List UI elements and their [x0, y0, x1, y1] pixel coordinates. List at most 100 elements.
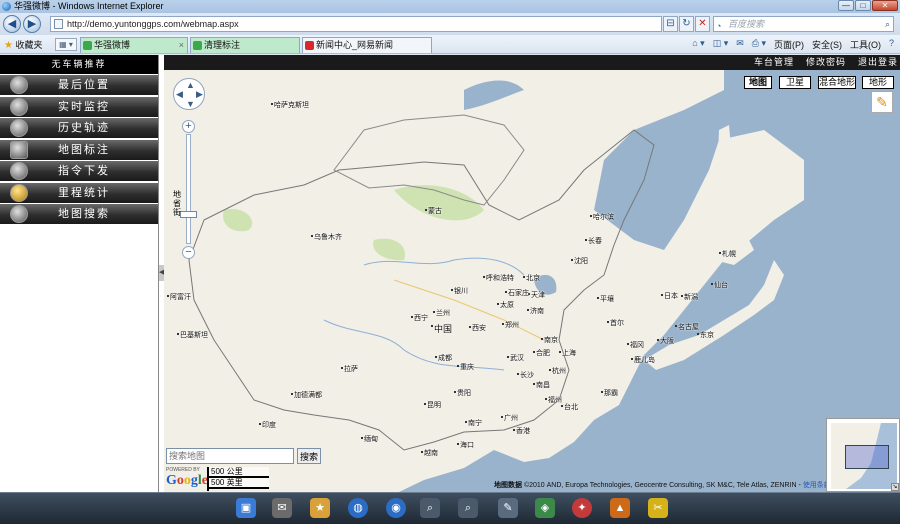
zoom-out-button[interactable]: − [182, 246, 195, 259]
map-label: 郑州 [502, 322, 519, 329]
tab-label: 华强微博 [94, 40, 131, 50]
minimize-button[interactable]: — [838, 0, 854, 11]
change-password-link[interactable]: 修改密码 [806, 55, 846, 70]
maximize-button[interactable]: □ [855, 0, 871, 11]
favorites-label: 收藏夹 [15, 40, 43, 50]
map-label: 福冈 [627, 342, 644, 349]
taskbar-magnifier-icon[interactable]: ⌕ [420, 498, 440, 518]
zoom-slider-track[interactable] [186, 134, 191, 244]
back-button[interactable]: ◀ [3, 15, 21, 33]
sidebar: 无车辆推荐 最后位置 实时监控 历史轨迹 地图标注 指令下发 里程统计 地图搜索 [0, 55, 159, 492]
map-search-button[interactable]: 搜索 [297, 448, 321, 464]
sidebar-item-live-monitor[interactable]: 实时监控 [0, 96, 158, 117]
taskbar-pen-icon[interactable]: ✎ [498, 498, 518, 518]
taskbar-globe-icon[interactable]: ◍ [348, 498, 368, 518]
print-icon[interactable]: ⎙ ▾ [752, 38, 766, 51]
map-label: 太原 [497, 302, 514, 309]
safety-menu[interactable]: 安全(S) [812, 38, 842, 51]
map-label: 缅甸 [361, 436, 378, 443]
map-label: 长春 [585, 238, 602, 245]
taskbar-triangle-icon[interactable]: ▲ [610, 498, 630, 518]
stop-button[interactable]: ✕ [695, 16, 710, 32]
sidebar-item-map-marker[interactable]: 地图标注 [0, 139, 158, 160]
quick-tabs-button[interactable]: ▦ ▾ [55, 38, 77, 51]
search-map-icon [10, 205, 28, 223]
pan-up-icon[interactable]: ▲ [186, 80, 195, 90]
map-search-input[interactable] [166, 448, 294, 464]
taskbar-network-icon[interactable]: ◈ [535, 498, 555, 518]
map-label: 海口 [457, 442, 474, 449]
close-button[interactable]: ✕ [872, 0, 898, 11]
map-label: 西宁 [411, 315, 428, 322]
command-icon [10, 162, 28, 180]
vehicle-mgmt-link[interactable]: 车台管理 [754, 55, 794, 70]
map-label: 呼和浩特 [483, 275, 514, 282]
pan-down-icon[interactable]: ▼ [186, 99, 195, 109]
home-icon[interactable]: ⌂ ▾ [692, 38, 704, 51]
map-type-hybrid[interactable]: 混合地形 [818, 76, 856, 89]
refresh-button[interactable]: ↻ [679, 16, 694, 32]
overview-map[interactable]: ↘ [826, 418, 900, 492]
taskbar-ball-icon[interactable]: ✦ [572, 498, 592, 518]
taskbar-star-icon[interactable]: ★ [310, 498, 330, 518]
help-icon[interactable]: ? [889, 38, 894, 51]
search-input[interactable]: ◔ 百度搜索 ⌕ [713, 16, 894, 32]
map-type-satellite[interactable]: 卫星 [779, 76, 811, 89]
favorites-button[interactable]: ★ 收藏夹 [4, 38, 43, 51]
mail-icon[interactable]: ✉ [736, 38, 744, 51]
tools-menu[interactable]: 工具(O) [850, 38, 881, 51]
overview-viewport[interactable] [845, 445, 889, 469]
sidebar-item-label: 指令下发 [58, 165, 110, 177]
tab-news[interactable]: 新闻中心_网易新闻 [302, 37, 432, 53]
taskbar-broom-icon[interactable]: ✂ [648, 498, 668, 518]
pan-control[interactable]: ▲ ▼ ◀ ▶ [173, 78, 205, 110]
url-field[interactable]: http://demo.yuntonggps.com/webmap.aspx [50, 16, 662, 32]
tab-close-icon[interactable]: × [179, 38, 184, 53]
taskbar-magnifier2-icon[interactable]: ⌕ [458, 498, 478, 518]
history-icon [10, 119, 28, 137]
tab-clear-marks[interactable]: 清理标注 [190, 37, 300, 53]
taskbar-app-icon[interactable]: ▣ [236, 498, 256, 518]
map-label: 首尔 [607, 320, 624, 327]
map-type-terrain[interactable]: 地形 [862, 76, 894, 89]
map-label: 仙台 [711, 282, 728, 289]
map-label: 新潟 [681, 294, 698, 301]
taskbar-mail-icon[interactable]: ✉ [272, 498, 292, 518]
page-menu[interactable]: 页面(P) [774, 38, 804, 51]
map-label: 南京 [541, 337, 558, 344]
command-bar: ⌂ ▾ ◫ ▾ ✉ ⎙ ▾ 页面(P) 安全(S) 工具(O) ? [692, 38, 894, 51]
tab-huaqiang[interactable]: 华强微博 × [80, 37, 188, 53]
sidebar-item-last-position[interactable]: 最后位置 [0, 75, 158, 95]
compat-view-button[interactable]: ⊟ [663, 16, 678, 32]
marker-icon [10, 140, 28, 159]
search-icon[interactable]: ⌕ [885, 17, 890, 31]
map-label: 长沙 [517, 372, 534, 379]
overview-toggle-icon[interactable]: ↘ [891, 483, 899, 491]
map-label: 贵阳 [454, 390, 471, 397]
logout-link[interactable]: 退出登录 [858, 55, 898, 70]
taskbar-globe2-icon[interactable]: ◉ [386, 498, 406, 518]
map-label: 沈阳 [571, 258, 588, 265]
forward-button[interactable]: ▶ [23, 15, 41, 33]
map-label: 台北 [561, 404, 578, 411]
map-canvas[interactable]: 地图 卫星 混合地形 地形 ✎ ▲ ▼ ◀ ▶ + 地省街 − 哈萨克斯坦 蒙古… [164, 70, 900, 492]
feeds-icon[interactable]: ◫ ▾ [713, 38, 729, 51]
sidebar-item-send-command[interactable]: 指令下发 [0, 161, 158, 181]
map-label: 上海 [559, 350, 576, 357]
map-label: 南宁 [465, 420, 482, 427]
sidebar-item-mileage[interactable]: 里程统计 [0, 182, 158, 203]
sidebar-item-history-track[interactable]: 历史轨迹 [0, 118, 158, 138]
tab-favicon [193, 41, 202, 50]
sidebar-header: 无车辆推荐 [0, 55, 158, 74]
pencil-icon[interactable]: ✎ [871, 91, 893, 113]
sidebar-item-map-search[interactable]: 地图搜索 [0, 204, 158, 224]
map-type-map[interactable]: 地图 [744, 76, 772, 89]
overview-map-tile [831, 423, 897, 489]
pan-left-icon[interactable]: ◀ [176, 89, 183, 100]
land-mass [164, 70, 804, 492]
google-logo[interactable]: Google [166, 473, 208, 489]
map-copyright: 地图数据 ©2010 AND, Europa Technologies, Geo… [494, 480, 831, 490]
zoom-in-button[interactable]: + [182, 120, 195, 133]
map-label: 济南 [527, 308, 544, 315]
pan-right-icon[interactable]: ▶ [196, 89, 203, 100]
